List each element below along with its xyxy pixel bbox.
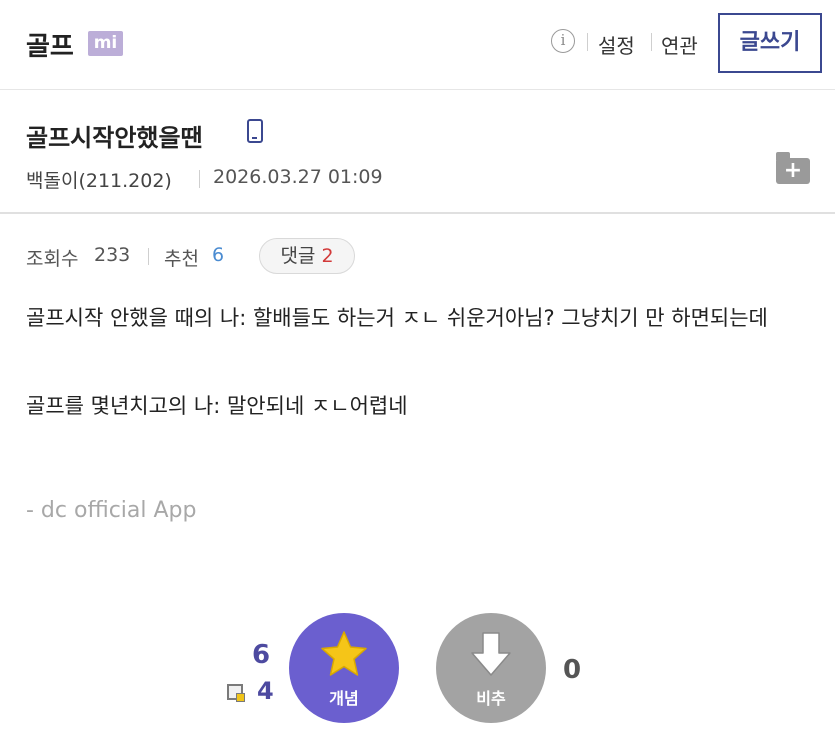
divider	[148, 248, 149, 265]
recommend-count: 6	[212, 244, 225, 266]
upvote-label: 개념	[329, 689, 359, 708]
post-body: 골프시작 안했을 때의 나: 할배들도 하는거 ㅈㄴ 쉬운거아님? 그냥치기 만…	[26, 296, 816, 428]
fixed-user-upvote-count: 4	[257, 677, 274, 705]
upvote-count: 6	[252, 640, 271, 670]
comment-count-button[interactable]: 댓글 2	[259, 238, 355, 274]
minor-gallery-badge: mi	[88, 31, 123, 56]
app-signature: - dc official App	[26, 498, 197, 523]
gallery-header: 골프 mi i 설정 연관 글쓰기	[0, 0, 835, 90]
views-label: 조회수	[26, 248, 79, 270]
comments-count: 2	[321, 245, 334, 267]
body-paragraph: 골프시작 안했을 때의 나: 할배들도 하는거 ㅈㄴ 쉬운거아님? 그냥치기 만…	[26, 306, 768, 330]
fixed-user-icon	[227, 684, 245, 702]
views-count: 233	[94, 244, 131, 266]
comments-label: 댓글	[280, 245, 316, 267]
mobile-icon	[247, 119, 263, 143]
write-button[interactable]: 글쓰기	[718, 13, 822, 73]
post-date: 2026.03.27 01:09	[213, 166, 383, 188]
downvote-count: 0	[563, 655, 582, 685]
divider	[587, 33, 588, 51]
down-arrow-icon	[471, 632, 511, 676]
body-paragraph: 골프를 몇년치고의 나: 말안되네 ㅈㄴ어렵네	[26, 394, 408, 418]
star-icon	[321, 631, 367, 676]
plus-icon: +	[783, 158, 803, 183]
downvote-label: 비추	[476, 689, 506, 708]
related-link[interactable]: 연관	[661, 30, 698, 59]
info-icon[interactable]: i	[551, 29, 575, 53]
post-author[interactable]: 백돌이(211.202)	[26, 166, 172, 193]
upvote-button[interactable]: 개념	[289, 613, 399, 723]
post-title: 골프시작안했을땐	[26, 124, 203, 152]
post-header: 골프시작안했을땐 백돌이(211.202) 2026.03.27 01:09 +	[0, 90, 835, 214]
folder-add-icon[interactable]: +	[776, 152, 810, 184]
settings-link[interactable]: 설정	[598, 30, 635, 59]
recommend-label: 추천	[164, 248, 199, 270]
gallery-title[interactable]: 골프	[26, 26, 74, 63]
divider	[651, 33, 652, 51]
divider	[199, 170, 200, 188]
downvote-button[interactable]: 비추	[436, 613, 546, 723]
